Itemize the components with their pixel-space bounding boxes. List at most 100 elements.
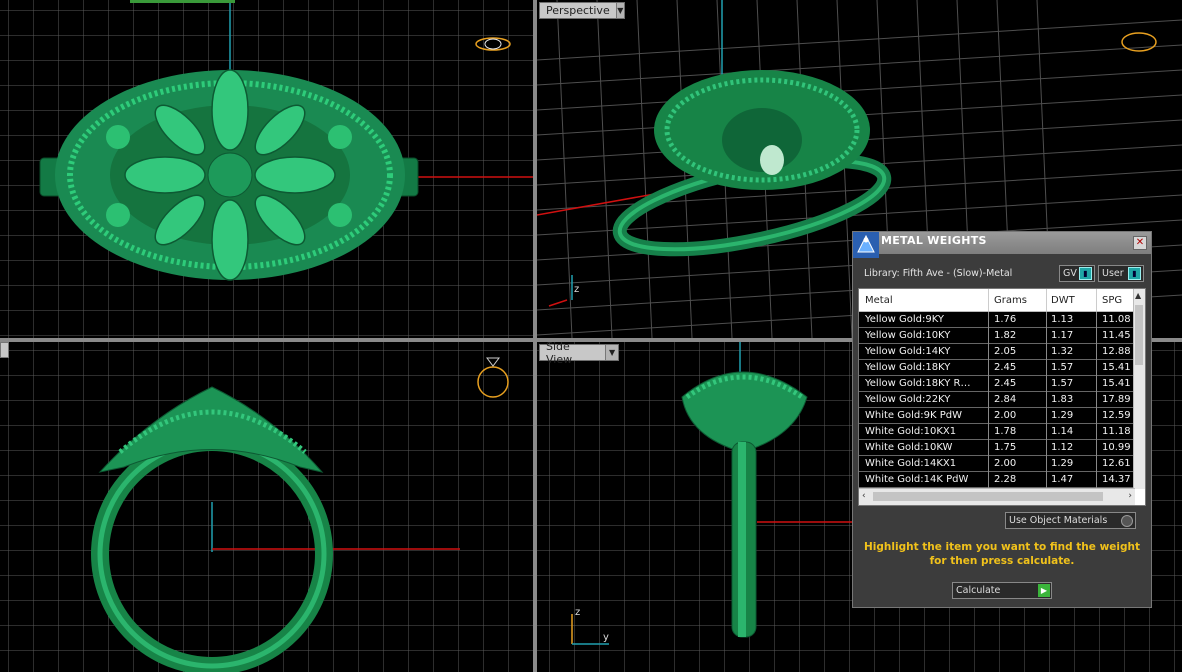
scroll-left-icon[interactable]: ‹ bbox=[862, 491, 866, 501]
scrollbar-thumb[interactable] bbox=[1135, 305, 1143, 365]
play-icon: ▶ bbox=[1038, 584, 1050, 597]
table-header: Metal Grams DWT SPG bbox=[859, 289, 1135, 312]
cell-dwt: 1.57 bbox=[1051, 378, 1074, 389]
cell-dwt: 1.47 bbox=[1051, 474, 1074, 485]
cell-metal: Yellow Gold:14KY bbox=[865, 346, 951, 357]
viewport-label-text: Side View bbox=[546, 342, 573, 366]
cell-metal: Yellow Gold:18KY bbox=[865, 362, 951, 373]
top-viewport[interactable] bbox=[0, 0, 533, 338]
column-header-dwt[interactable]: DWT bbox=[1051, 295, 1075, 306]
user-toggle-label: User bbox=[1102, 268, 1124, 279]
scroll-right-icon[interactable]: › bbox=[1128, 491, 1132, 501]
ring-perspective-render bbox=[612, 70, 892, 257]
viewport-label-side[interactable]: Side View ▼ bbox=[539, 342, 619, 366]
calculate-label: Calculate bbox=[956, 585, 1001, 596]
table-row[interactable]: Yellow Gold:9KY 1.76 1.13 11.08 bbox=[859, 312, 1135, 328]
calculate-button[interactable]: Calculate ▶ bbox=[952, 582, 1052, 599]
cell-metal: White Gold:10KW bbox=[865, 442, 953, 453]
table-row[interactable]: White Gold:10KW 1.75 1.12 10.99 bbox=[859, 440, 1135, 456]
axis-z-label: z bbox=[575, 607, 580, 618]
vertical-scrollbar[interactable]: ▲ bbox=[1133, 289, 1145, 489]
viewport-label-front[interactable] bbox=[0, 342, 9, 358]
svg-text:z: z bbox=[574, 284, 579, 295]
cell-spg: 14.37 bbox=[1102, 474, 1131, 485]
scrollbar-thumb[interactable] bbox=[873, 492, 1103, 501]
cell-metal: White Gold:10KX1 bbox=[865, 426, 957, 437]
viewport-label-text: Perspective bbox=[546, 4, 610, 17]
cell-metal: Yellow Gold:18KY R… bbox=[865, 378, 971, 389]
cell-dwt: 1.57 bbox=[1051, 362, 1074, 373]
cell-spg: 11.08 bbox=[1102, 314, 1131, 325]
toggle-indicator-icon: ▮ bbox=[1128, 267, 1141, 280]
cell-dwt: 1.14 bbox=[1051, 426, 1074, 437]
front-viewport-grid bbox=[0, 342, 533, 672]
cell-spg: 15.41 bbox=[1102, 362, 1131, 373]
cell-grams: 2.45 bbox=[994, 378, 1017, 389]
cell-grams: 2.00 bbox=[994, 458, 1017, 469]
column-header-grams[interactable]: Grams bbox=[994, 295, 1027, 306]
top-viewport-grid bbox=[0, 0, 533, 338]
metal-weights-logo-icon bbox=[853, 232, 879, 258]
cell-grams: 2.05 bbox=[994, 346, 1017, 357]
use-object-materials-option[interactable]: Use Object Materials bbox=[1005, 512, 1136, 529]
library-label: Library: Fifth Ave - (Slow)-Metal bbox=[864, 268, 1013, 279]
cell-metal: White Gold:14KX1 bbox=[865, 458, 957, 469]
axis-y-label: y bbox=[603, 632, 609, 643]
table-row[interactable]: White Gold:14KX1 2.00 1.29 12.61 bbox=[859, 456, 1135, 472]
cell-spg: 11.45 bbox=[1102, 330, 1131, 341]
cell-grams: 1.82 bbox=[994, 330, 1017, 341]
cell-spg: 12.88 bbox=[1102, 346, 1131, 357]
scroll-up-icon[interactable]: ▲ bbox=[1135, 291, 1141, 300]
cell-dwt: 1.17 bbox=[1051, 330, 1074, 341]
panel-title: METAL WEIGHTS bbox=[881, 234, 987, 247]
cell-metal: Yellow Gold:9KY bbox=[865, 314, 944, 325]
table-row[interactable]: Yellow Gold:18KY 2.45 1.57 15.41 bbox=[859, 360, 1135, 376]
cell-dwt: 1.83 bbox=[1051, 394, 1074, 405]
cell-spg: 12.61 bbox=[1102, 458, 1131, 469]
cell-spg: 12.59 bbox=[1102, 410, 1131, 421]
cell-dwt: 1.29 bbox=[1051, 458, 1074, 469]
horizontal-scrollbar[interactable]: ‹ › bbox=[859, 488, 1135, 505]
cell-spg: 15.41 bbox=[1102, 378, 1131, 389]
cell-spg: 11.18 bbox=[1102, 426, 1131, 437]
chevron-down-icon[interactable]: ▼ bbox=[615, 3, 624, 18]
cell-grams: 1.75 bbox=[994, 442, 1017, 453]
table-row[interactable]: White Gold:14K PdW 2.28 1.47 14.37 bbox=[859, 472, 1135, 488]
cell-dwt: 1.32 bbox=[1051, 346, 1074, 357]
cell-grams: 2.45 bbox=[994, 362, 1017, 373]
table-row[interactable]: Yellow Gold:14KY 2.05 1.32 12.88 bbox=[859, 344, 1135, 360]
cell-metal: White Gold:14K PdW bbox=[865, 474, 969, 485]
cell-grams: 1.76 bbox=[994, 314, 1017, 325]
cell-grams: 1.78 bbox=[994, 426, 1017, 437]
cell-dwt: 1.29 bbox=[1051, 410, 1074, 421]
viewport-label-perspective[interactable]: Perspective ▼ bbox=[539, 2, 625, 19]
gv-toggle-label: GV bbox=[1063, 268, 1077, 279]
metal-weights-panel: METAL WEIGHTS ✕ Library: Fifth Ave - (Sl… bbox=[852, 231, 1152, 608]
user-toggle[interactable]: User ▮ bbox=[1098, 265, 1144, 282]
table-row[interactable]: Yellow Gold:18KY R… 2.45 1.57 15.41 bbox=[859, 376, 1135, 392]
cell-dwt: 1.12 bbox=[1051, 442, 1074, 453]
column-header-metal[interactable]: Metal bbox=[865, 295, 893, 306]
cell-spg: 17.89 bbox=[1102, 394, 1131, 405]
gv-toggle[interactable]: GV ▮ bbox=[1059, 265, 1095, 282]
chevron-down-icon[interactable]: ▼ bbox=[605, 345, 618, 360]
cell-grams: 2.28 bbox=[994, 474, 1017, 485]
toggle-indicator-icon: ▮ bbox=[1079, 267, 1092, 280]
table-row[interactable]: White Gold:9K PdW 2.00 1.29 12.59 bbox=[859, 408, 1135, 424]
axis-gizmo: z bbox=[548, 275, 579, 307]
cell-spg: 10.99 bbox=[1102, 442, 1131, 453]
metal-weights-table[interactable]: Metal Grams DWT SPG Yellow Gold:9KY 1.76 1… bbox=[858, 288, 1146, 506]
front-viewport[interactable] bbox=[0, 342, 533, 672]
cell-metal: White Gold:9K PdW bbox=[865, 410, 962, 421]
column-header-spg[interactable]: SPG bbox=[1102, 295, 1122, 306]
table-row[interactable]: Yellow Gold:22KY 2.84 1.83 17.89 bbox=[859, 392, 1135, 408]
table-row[interactable]: White Gold:10KX1 1.78 1.14 11.18 bbox=[859, 424, 1135, 440]
cell-grams: 2.84 bbox=[994, 394, 1017, 405]
close-icon[interactable]: ✕ bbox=[1133, 236, 1147, 250]
table-body: Yellow Gold:9KY 1.76 1.13 11.08 Yellow Gold:… bbox=[859, 312, 1135, 488]
table-row[interactable]: Yellow Gold:10KY 1.82 1.17 11.45 bbox=[859, 328, 1135, 344]
radio-icon[interactable] bbox=[1121, 514, 1133, 527]
cell-dwt: 1.13 bbox=[1051, 314, 1074, 325]
use-object-materials-label: Use Object Materials bbox=[1009, 515, 1108, 526]
view-cube-icon[interactable] bbox=[1121, 32, 1157, 52]
